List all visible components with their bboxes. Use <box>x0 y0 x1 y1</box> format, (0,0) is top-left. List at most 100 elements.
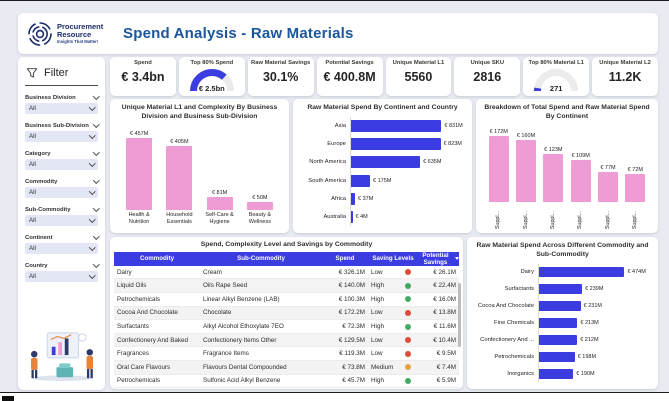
data-bar[interactable] <box>166 145 193 210</box>
cell-potential-savings: € 22.4M <box>433 282 456 290</box>
data-bar[interactable] <box>539 267 625 278</box>
bar-column: € 77M Suppl... <box>594 126 621 229</box>
data-label: € 175M <box>373 177 392 184</box>
data-label: € 50M <box>252 194 268 201</box>
column-header-sub-commodity[interactable]: Sub-Commodity <box>200 255 322 262</box>
bar-row: Dairy € 474M <box>472 263 650 281</box>
table-row[interactable]: Petrochemicals Linear Alkyl Benzene (LAB)… <box>114 293 459 307</box>
data-bar[interactable] <box>351 210 353 223</box>
cell-saving-level: High <box>368 296 418 303</box>
table-row[interactable]: Liquid Oils Oils Rape Seed € 140.0M High € 2… <box>114 279 459 294</box>
data-bar[interactable] <box>206 196 233 210</box>
gauge-top80-spend: € 2.5bn <box>189 68 235 93</box>
kpi-value: 11.2K <box>608 70 642 85</box>
data-bar[interactable] <box>539 284 583 295</box>
filter-group-category: Category All <box>25 149 99 170</box>
kpi-label: Top 80% Material L1 <box>528 60 584 66</box>
data-bar[interactable] <box>543 154 564 202</box>
cell-saving-level: Low <box>368 309 418 316</box>
cell-commodity: Fragrances <box>117 350 149 358</box>
cell-sub-commodity: Flavours Dental Compounded <box>203 363 287 371</box>
data-bar[interactable] <box>246 201 273 210</box>
table-row[interactable]: Fragrances Fragrance Items € 119.3M Low € 9.… <box>114 347 459 361</box>
cell-potential-savings: € 9.5M <box>436 350 456 358</box>
kpi-card-unique-material-l1: Unique Material L1 5560 <box>385 57 452 96</box>
chevron-down-icon <box>88 188 95 195</box>
data-bar[interactable] <box>539 368 574 379</box>
filter-dropdown-sub-commodity[interactable]: All <box>25 215 98 226</box>
filter-group-label-commodity[interactable]: Commodity <box>25 177 99 185</box>
data-bar[interactable] <box>539 351 575 362</box>
chevron-down-icon <box>88 132 95 139</box>
table-row[interactable]: Petrochemicals Sulfonic Acid Alkyl Benzen… <box>114 375 459 389</box>
table-row[interactable]: Confectionery And Baked Confectionery Ite… <box>114 333 459 348</box>
cell-potential-savings: € 5.9M <box>436 377 456 385</box>
filter-dropdown-business-division[interactable]: All <box>25 103 98 114</box>
filter-dropdown-category[interactable]: All <box>25 159 98 170</box>
table-row[interactable]: Dairy Cream € 326.1M Low € 26.1M <box>114 266 459 280</box>
cell-potential-savings: € 13.8M <box>433 309 456 317</box>
cell-spend: € 140.0M <box>338 282 365 290</box>
category-label: Suppl... <box>550 211 557 229</box>
category-label: Australia <box>323 213 346 220</box>
bar-row: Confectionery And ... € 212M <box>472 331 650 349</box>
cell-commodity: Cocoa And Chocolate <box>117 309 178 317</box>
category-label: Asia <box>334 122 346 129</box>
table-scrollbar[interactable] <box>458 283 461 347</box>
chart-card-division: Unique Material L1 and Complexity By Bus… <box>110 99 289 233</box>
data-bar[interactable] <box>351 156 421 169</box>
kpi-card-unique-material-l2: Unique Material L2 11.2K <box>592 57 658 96</box>
data-bar[interactable] <box>351 138 441 151</box>
data-bar[interactable] <box>539 334 578 345</box>
data-label: € 405M <box>170 138 189 145</box>
bar-row: Petrochemicals € 198M <box>472 348 650 366</box>
data-bar[interactable] <box>570 159 591 202</box>
data-bar[interactable] <box>351 174 371 187</box>
kpi-value: 5560 <box>404 70 433 85</box>
column-header-commodity[interactable]: Commodity <box>114 255 200 262</box>
cell-commodity: Petrochemicals <box>117 377 161 385</box>
column-header-saving-levels[interactable]: Saving Levels <box>368 255 418 262</box>
bar-track: € 635M <box>350 153 464 172</box>
filter-group-label-sub-commodity[interactable]: Sub-Commodity <box>25 205 99 213</box>
bar-row: Fine Chemicals € 213M <box>472 314 650 332</box>
filter-group-label-country[interactable]: Country <box>25 261 99 269</box>
bar-track: € 198M <box>538 348 650 366</box>
table-row[interactable]: Oral Care Flavours Flavours Dental Compou… <box>114 360 459 375</box>
chevron-down-icon <box>92 261 99 268</box>
data-bar[interactable] <box>351 192 356 205</box>
cell-spend: € 172.2M <box>338 309 365 317</box>
filter-group-label-category[interactable]: Category <box>25 149 99 157</box>
bar-track: € 37M <box>350 189 464 208</box>
data-bar[interactable] <box>625 173 646 202</box>
data-label: € 81M <box>211 189 228 196</box>
filter-group-commodity: Commodity All <box>25 177 99 198</box>
filter-group-label-continent[interactable]: Continent <box>25 233 99 241</box>
cell-sub-commodity: Confectionery Items Other <box>203 336 277 344</box>
filter-dropdown-commodity[interactable]: All <box>25 187 98 198</box>
filter-group-label-business-sub-division[interactable]: Business Sub-Division <box>25 121 99 129</box>
data-bar[interactable] <box>539 317 578 328</box>
column-header-potential-savings[interactable]: Potential Savings <box>418 252 459 266</box>
chevron-down-icon <box>92 177 99 184</box>
data-bar[interactable] <box>488 135 509 202</box>
filter-dropdown-continent[interactable]: All <box>25 243 98 254</box>
data-bar[interactable] <box>515 140 536 202</box>
table-row[interactable]: Surfactants Alkyl Alcohol Ethoxylate 7EO €… <box>114 320 459 334</box>
data-bar[interactable] <box>597 171 618 202</box>
saving-level-indicator-dot <box>405 296 411 303</box>
filter-group-label-business-division[interactable]: Business Division <box>25 93 99 101</box>
dashboard-canvas: Procurement Resource Insights That Matte… <box>0 0 669 393</box>
bar-track: € 4M <box>350 207 464 227</box>
data-bar[interactable] <box>539 300 581 311</box>
data-bar[interactable] <box>126 137 153 210</box>
cell-saving-level: Low <box>368 350 418 357</box>
table-row[interactable]: Cocoa And Chocolate Chocolate € 172.2M Low €… <box>114 306 459 321</box>
column-header-spend[interactable]: Spend <box>322 255 368 262</box>
bar-column: € 109M Suppl... <box>567 126 594 229</box>
data-bar[interactable] <box>351 119 442 132</box>
filter-dropdown-country[interactable]: All <box>25 271 98 282</box>
filter-dropdown-business-sub-division[interactable]: All <box>25 131 98 142</box>
kpi-label: Top 80% Spend <box>190 60 234 66</box>
data-label: € 474M <box>627 269 646 276</box>
